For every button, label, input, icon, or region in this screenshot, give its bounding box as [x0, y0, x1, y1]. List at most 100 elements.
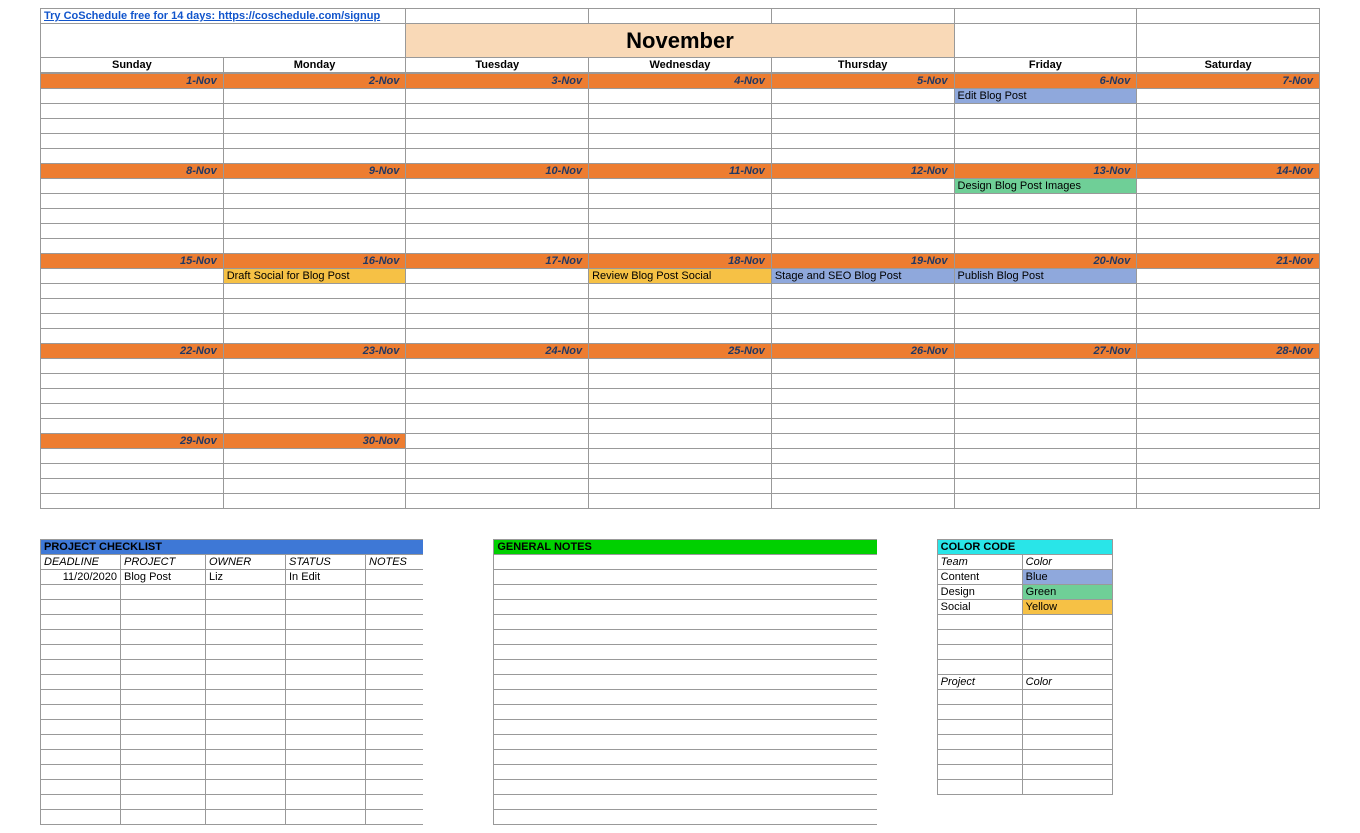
checklist-cell[interactable]	[41, 630, 121, 645]
calendar-cell[interactable]	[771, 239, 954, 254]
checklist-cell[interactable]	[121, 675, 206, 690]
date-cell[interactable]	[406, 434, 589, 449]
calendar-cell[interactable]	[771, 494, 954, 509]
checklist-cell[interactable]	[41, 720, 121, 735]
calendar-cell[interactable]	[406, 269, 589, 284]
calendar-cell[interactable]	[1137, 494, 1320, 509]
date-cell[interactable]: 6-Nov	[954, 74, 1137, 89]
calendar-cell[interactable]	[954, 479, 1137, 494]
calendar-event[interactable]: Design Blog Post Images	[954, 179, 1137, 194]
calendar-cell[interactable]	[406, 494, 589, 509]
calendar-cell[interactable]	[954, 419, 1137, 434]
checklist-cell[interactable]	[286, 705, 366, 720]
checklist-cell[interactable]	[206, 705, 286, 720]
colorcode-cell[interactable]	[1022, 630, 1112, 645]
calendar-cell[interactable]	[1137, 104, 1320, 119]
date-cell[interactable]: 30-Nov	[223, 434, 406, 449]
calendar-cell[interactable]	[223, 104, 406, 119]
calendar-cell[interactable]	[41, 194, 224, 209]
notes-cell[interactable]	[494, 750, 877, 765]
checklist-cell[interactable]: Liz	[206, 570, 286, 585]
calendar-cell[interactable]	[589, 119, 772, 134]
checklist-cell[interactable]	[366, 780, 424, 795]
calendar-cell[interactable]	[223, 89, 406, 104]
date-cell[interactable]: 26-Nov	[771, 344, 954, 359]
calendar-cell[interactable]	[406, 359, 589, 374]
calendar-cell[interactable]	[406, 89, 589, 104]
calendar-cell[interactable]	[771, 314, 954, 329]
checklist-cell[interactable]	[366, 795, 424, 810]
colorcode-cell[interactable]	[937, 645, 1022, 660]
checklist-cell[interactable]	[121, 600, 206, 615]
date-cell[interactable]: 27-Nov	[954, 344, 1137, 359]
calendar-cell[interactable]	[954, 329, 1137, 344]
checklist-cell[interactable]	[41, 675, 121, 690]
calendar-cell[interactable]	[954, 314, 1137, 329]
calendar-cell[interactable]	[41, 449, 224, 464]
notes-cell[interactable]	[494, 570, 877, 585]
checklist-cell[interactable]	[206, 810, 286, 825]
date-cell[interactable]: 12-Nov	[771, 164, 954, 179]
calendar-cell[interactable]	[41, 239, 224, 254]
calendar-cell[interactable]	[223, 464, 406, 479]
calendar-cell[interactable]	[589, 89, 772, 104]
calendar-cell[interactable]	[954, 374, 1137, 389]
checklist-cell[interactable]	[366, 765, 424, 780]
calendar-cell[interactable]	[1137, 179, 1320, 194]
colorcode-cell[interactable]	[937, 690, 1022, 705]
calendar-cell[interactable]	[589, 224, 772, 239]
checklist-cell[interactable]	[366, 585, 424, 600]
calendar-cell[interactable]	[954, 494, 1137, 509]
checklist-cell[interactable]	[121, 660, 206, 675]
checklist-cell[interactable]	[286, 810, 366, 825]
checklist-cell[interactable]	[366, 810, 424, 825]
checklist-cell[interactable]	[286, 750, 366, 765]
date-cell[interactable]: 13-Nov	[954, 164, 1137, 179]
calendar-cell[interactable]	[406, 224, 589, 239]
checklist-cell[interactable]	[366, 750, 424, 765]
calendar-cell[interactable]	[1137, 449, 1320, 464]
checklist-cell[interactable]	[206, 675, 286, 690]
calendar-cell[interactable]	[771, 284, 954, 299]
calendar-cell[interactable]	[771, 374, 954, 389]
calendar-cell[interactable]	[41, 149, 224, 164]
checklist-cell[interactable]	[121, 795, 206, 810]
calendar-cell[interactable]	[406, 209, 589, 224]
calendar-event[interactable]: Stage and SEO Blog Post	[771, 269, 954, 284]
calendar-cell[interactable]	[771, 299, 954, 314]
checklist-cell[interactable]	[41, 750, 121, 765]
date-cell[interactable]: 11-Nov	[589, 164, 772, 179]
calendar-cell[interactable]	[1137, 359, 1320, 374]
calendar-cell[interactable]	[41, 329, 224, 344]
checklist-cell[interactable]: In Edit	[286, 570, 366, 585]
calendar-cell[interactable]	[1137, 119, 1320, 134]
calendar-cell[interactable]	[406, 179, 589, 194]
colorcode-cell[interactable]	[937, 705, 1022, 720]
date-cell[interactable]	[589, 434, 772, 449]
checklist-cell[interactable]	[366, 600, 424, 615]
calendar-event[interactable]: Draft Social for Blog Post	[223, 269, 406, 284]
calendar-cell[interactable]	[1137, 374, 1320, 389]
calendar-cell[interactable]	[589, 479, 772, 494]
date-cell[interactable]: 9-Nov	[223, 164, 406, 179]
calendar-cell[interactable]	[771, 329, 954, 344]
calendar-cell[interactable]	[223, 179, 406, 194]
checklist-cell[interactable]: 11/20/2020	[41, 570, 121, 585]
calendar-cell[interactable]	[41, 104, 224, 119]
notes-cell[interactable]	[494, 615, 877, 630]
calendar-cell[interactable]	[41, 374, 224, 389]
notes-cell[interactable]	[494, 765, 877, 780]
colorcode-cell[interactable]	[1022, 660, 1112, 675]
checklist-cell[interactable]	[121, 765, 206, 780]
calendar-cell[interactable]	[223, 299, 406, 314]
calendar-cell[interactable]	[406, 314, 589, 329]
colorcode-cell[interactable]	[1022, 780, 1112, 795]
calendar-cell[interactable]	[41, 269, 224, 284]
checklist-cell[interactable]	[366, 675, 424, 690]
calendar-cell[interactable]	[771, 359, 954, 374]
calendar-cell[interactable]	[1137, 299, 1320, 314]
calendar-cell[interactable]	[771, 179, 954, 194]
checklist-cell[interactable]	[121, 750, 206, 765]
colorcode-cell[interactable]	[937, 615, 1022, 630]
checklist-cell[interactable]	[121, 585, 206, 600]
